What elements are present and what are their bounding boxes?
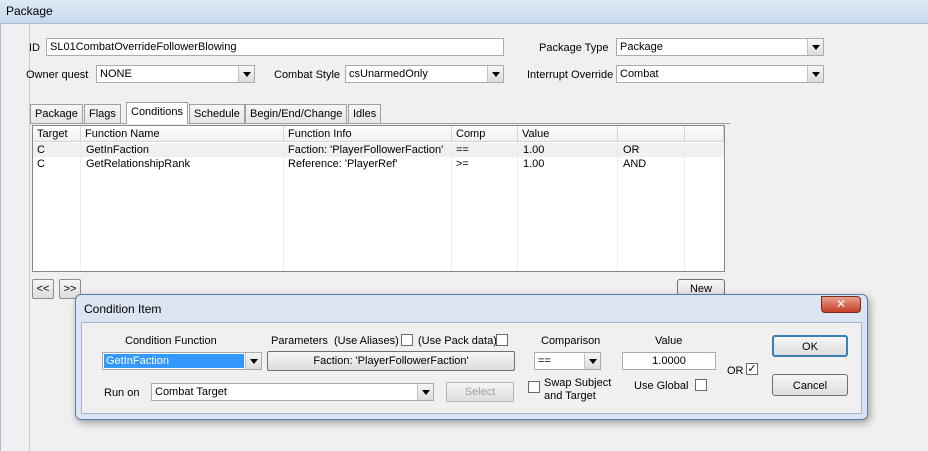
condition-function-label: Condition Function (125, 335, 217, 347)
chevron-down-icon[interactable] (584, 353, 600, 369)
condition-function-dropdown[interactable]: GetInFaction (102, 352, 262, 370)
use-aliases-checkbox[interactable] (401, 334, 413, 346)
cancel-button[interactable]: Cancel (772, 374, 848, 396)
ok-button[interactable]: OK (772, 335, 848, 357)
use-pack-data-checkbox[interactable] (496, 334, 508, 346)
parameters-label: Parameters (271, 335, 328, 347)
combat-style-value: csUnarmedOnly (349, 68, 428, 80)
comparison-label: Comparison (541, 335, 601, 347)
run-on-label: Run on (104, 387, 140, 399)
column-header-function-name[interactable]: Function Name (81, 126, 284, 142)
comparison-value: == (538, 355, 551, 367)
owner-quest-label: Owner quest (26, 69, 89, 81)
or-label: OR (727, 365, 744, 377)
column-divider (618, 142, 685, 271)
combat-style-dropdown[interactable]: csUnarmedOnly (345, 65, 504, 83)
owner-quest-value: NONE (100, 68, 132, 80)
column-header-comp[interactable]: Comp (452, 126, 518, 142)
owner-quest-dropdown[interactable]: NONE (96, 65, 255, 83)
column-header-target[interactable]: Target (33, 126, 81, 142)
swap-subject-label: Swap Subject (544, 377, 612, 389)
or-checkbox[interactable]: ✓ (746, 363, 758, 375)
tab-idles[interactable]: Idles (348, 104, 382, 123)
run-on-value: Combat Target (155, 386, 227, 398)
column-header-operator[interactable] (618, 126, 685, 142)
select-button[interactable]: Select (446, 382, 514, 402)
chevron-down-icon[interactable] (487, 66, 503, 82)
swap-subject-checkbox[interactable] (528, 381, 540, 393)
column-divider (284, 142, 452, 271)
use-global-label: Use Global (634, 380, 689, 392)
tab-conditions[interactable]: Conditions (126, 102, 188, 124)
run-on-dropdown[interactable]: Combat Target (151, 383, 434, 401)
parameter-button[interactable]: Faction: 'PlayerFollowerFaction' (267, 351, 515, 371)
use-global-checkbox[interactable] (695, 379, 707, 391)
chevron-down-icon[interactable] (417, 384, 433, 400)
column-header-filler (685, 126, 724, 142)
tab-begin-end-change[interactable]: Begin/End/Change (245, 104, 348, 123)
value-label: Value (655, 335, 683, 347)
column-divider (33, 142, 81, 271)
dialog-content: Condition Function GetInFaction Paramete… (81, 322, 862, 414)
column-header-value[interactable]: Value (518, 126, 618, 142)
combat-style-label: Combat Style (274, 69, 341, 81)
chevron-down-icon[interactable] (807, 66, 823, 82)
chevron-down-icon[interactable] (238, 66, 254, 82)
column-divider (81, 142, 284, 271)
conditions-table[interactable]: Target Function Name Function Info Comp … (32, 125, 725, 272)
tab-schedule[interactable]: Schedule (189, 104, 245, 123)
chevron-down-icon[interactable] (245, 353, 261, 369)
use-pack-data-label: (Use Pack data) (418, 335, 497, 347)
swap-target-label: and Target (544, 390, 596, 402)
value-input[interactable]: 1.0000 (622, 352, 716, 370)
window-title-bar: Package (0, 0, 928, 24)
id-label: ID (29, 42, 40, 54)
package-type-label: Package Type (539, 42, 609, 54)
tab-package[interactable]: Package (30, 104, 83, 123)
comparison-dropdown[interactable]: == (534, 352, 601, 370)
interrupt-override-label: Interrupt Override (527, 69, 614, 81)
column-header-function-info[interactable]: Function Info (284, 126, 452, 142)
id-input[interactable]: SL01CombatOverrideFollowerBlowing (46, 38, 504, 56)
window-title: Package (6, 4, 53, 18)
package-type-dropdown[interactable]: Package (616, 38, 824, 56)
chevron-down-icon[interactable] (807, 39, 823, 55)
condition-item-dialog: Condition Item ✕ Condition Function GetI… (75, 294, 868, 420)
column-divider (518, 142, 618, 271)
interrupt-override-value: Combat (620, 68, 659, 80)
move-up-button[interactable]: << (32, 279, 54, 299)
dialog-title: Condition Item (84, 302, 162, 316)
package-type-value: Package (620, 41, 663, 53)
window-divider (29, 24, 30, 451)
interrupt-override-dropdown[interactable]: Combat (616, 65, 824, 83)
column-divider (452, 142, 518, 271)
close-icon[interactable]: ✕ (821, 296, 861, 313)
condition-function-value: GetInFaction (104, 354, 244, 368)
use-aliases-label: (Use Aliases) (334, 335, 399, 347)
tab-flags[interactable]: Flags (84, 104, 121, 123)
